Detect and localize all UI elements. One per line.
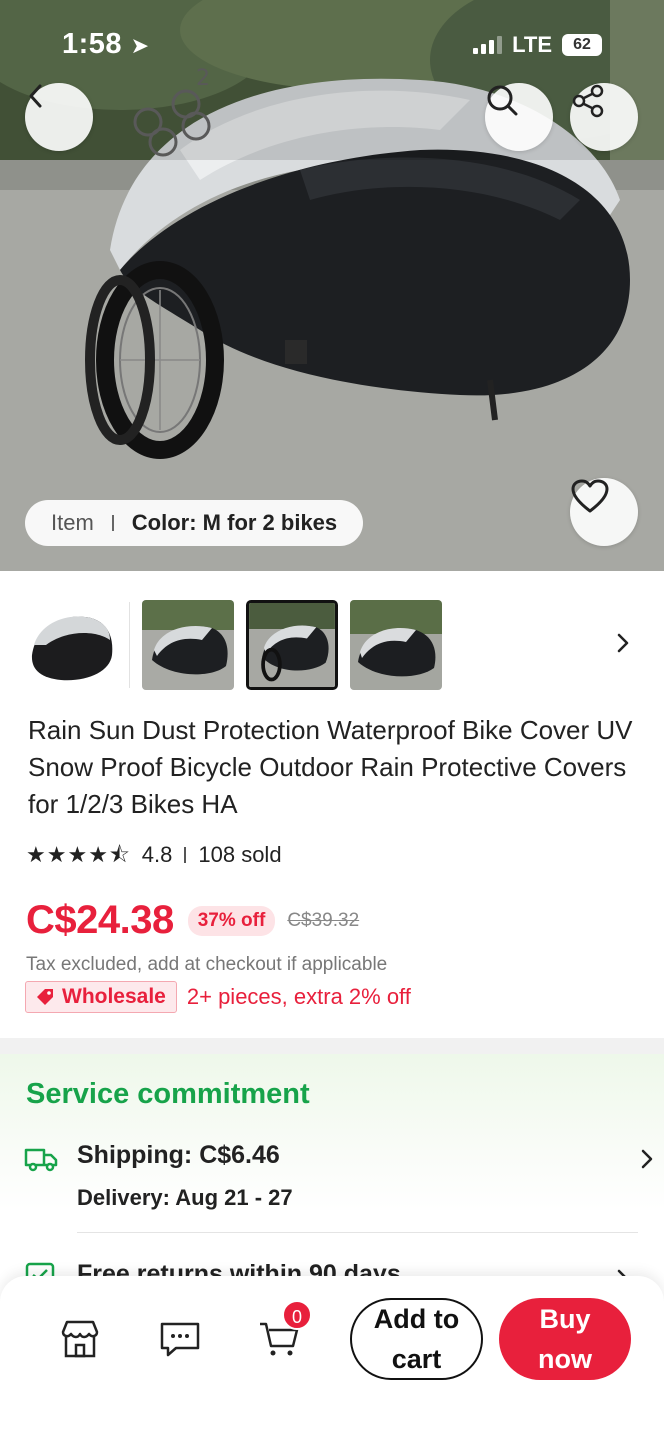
star-icon: ★ xyxy=(88,842,108,867)
sold-count: 108 sold xyxy=(198,842,282,867)
search-icon xyxy=(487,85,518,116)
product-main-image[interactable]: 2 1:58 ➤ LTE 62 xyxy=(0,0,664,571)
bike-cover-photo: 2 xyxy=(0,0,664,571)
rating-divider xyxy=(184,847,187,863)
service-title: Service commitment xyxy=(26,1078,310,1110)
status-indicators: LTE 62 xyxy=(473,32,602,58)
product-title: Rain Sun Dust Protection Waterproof Bike… xyxy=(28,715,633,819)
variant-divider xyxy=(111,515,114,531)
shipping-cost[interactable]: Shipping: C$6.46 xyxy=(77,1141,280,1170)
wholesale-offer: 2+ pieces, extra 2% off xyxy=(186,984,411,1009)
variant-selector[interactable]: Item Color: M for 2 bikes xyxy=(25,500,364,546)
price-row: C$24.38 37% off C$39.32 xyxy=(26,898,359,943)
store-button[interactable] xyxy=(57,1316,103,1362)
discount-badge: 37% off xyxy=(187,905,276,936)
variant-item-label: Item xyxy=(51,510,94,535)
status-time-text: 1:58 xyxy=(62,28,123,60)
product-page: 2 1:58 ➤ LTE 62 xyxy=(0,0,664,1440)
star-icon: ★ xyxy=(46,842,67,867)
chevron-left-icon xyxy=(29,84,42,108)
wishlist-button[interactable] xyxy=(570,478,638,546)
original-price: C$39.32 xyxy=(287,909,360,931)
thumbnail-image xyxy=(142,600,234,690)
half-star-icon: ⯪ xyxy=(108,842,130,867)
status-bar: 1:58 ➤ LTE 62 xyxy=(0,0,664,80)
share-button[interactable] xyxy=(570,83,638,151)
chevron-right-icon[interactable] xyxy=(638,1146,656,1172)
thumbnail-2[interactable] xyxy=(142,600,234,690)
thumbnail-image xyxy=(249,603,335,687)
service-divider xyxy=(77,1232,638,1233)
wholesale-row: Wholesale 2+ pieces, extra 2% off xyxy=(25,981,411,1013)
rating-value: 4.8 xyxy=(141,842,173,867)
thumbnail-1[interactable] xyxy=(26,600,118,690)
wholesale-badge: Wholesale xyxy=(25,981,177,1013)
rating-row[interactable]: ★ ★ ★ ★ ⯪ 4.8 108 sold xyxy=(26,842,282,868)
truck-icon xyxy=(24,1148,58,1172)
bottom-action-bar: 0 Add to cart Buy now xyxy=(0,1276,664,1440)
rating-stars: ★ ★ ★ ★ ⯪ xyxy=(26,844,130,866)
share-icon xyxy=(572,84,604,118)
current-price: C$24.38 xyxy=(26,898,174,942)
location-arrow-icon: ➤ xyxy=(130,33,150,58)
cart-count-badge: 0 xyxy=(282,1300,312,1330)
thumbnail-4[interactable] xyxy=(350,600,442,690)
thumbnail-strip xyxy=(0,598,664,694)
network-label: LTE xyxy=(512,32,552,57)
star-icon: ★ xyxy=(26,842,46,867)
search-button[interactable] xyxy=(485,83,553,151)
thumbnail-divider xyxy=(129,602,130,688)
battery-icon: 62 xyxy=(562,34,602,56)
message-button[interactable] xyxy=(157,1316,203,1362)
tag-icon xyxy=(37,989,53,1005)
variant-color-label: Color: M for 2 bikes xyxy=(131,510,338,535)
buy-now-button[interactable]: Buy now xyxy=(499,1298,631,1380)
delivery-estimate: Delivery: Aug 21 - 27 xyxy=(77,1185,293,1210)
thumbnail-image xyxy=(350,600,442,690)
store-icon xyxy=(61,1320,99,1358)
chat-icon xyxy=(160,1322,200,1357)
signal-icon xyxy=(473,36,503,54)
heart-icon xyxy=(571,479,609,513)
thumbnail-image xyxy=(31,616,113,681)
service-commitment-section: Service commitment Shipping: C$6.46 Deli… xyxy=(0,1054,664,1314)
tax-note: Tax excluded, add at checkout if applica… xyxy=(26,954,388,975)
star-icon: ★ xyxy=(67,842,88,867)
section-separator xyxy=(0,1038,664,1054)
status-time: 1:58 ➤ xyxy=(62,28,150,61)
thumbnail-3-selected[interactable] xyxy=(246,600,338,690)
back-button[interactable] xyxy=(25,83,93,151)
add-to-cart-button[interactable]: Add to cart xyxy=(350,1298,483,1380)
chevron-right-icon[interactable] xyxy=(612,628,636,658)
wholesale-badge-label: Wholesale xyxy=(62,985,166,1008)
